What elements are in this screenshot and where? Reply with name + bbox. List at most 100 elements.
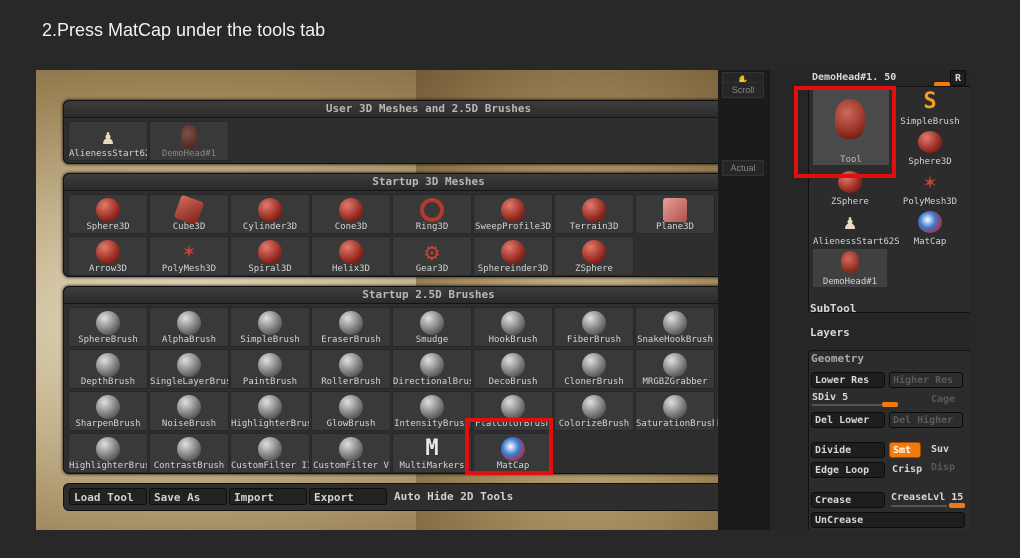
tool-item[interactable]: SnakeHookBrush [635, 307, 715, 347]
tool-item[interactable]: Helix3D [311, 236, 391, 276]
tool-item-polymesh3d[interactable]: ✶ PolyMesh3D [893, 169, 967, 208]
tool-item-label: HookBrush [488, 335, 538, 345]
tool-item[interactable]: SaturationBrush [635, 391, 715, 431]
tool-item[interactable]: AlphaBrush [149, 307, 229, 347]
tool-item[interactable]: Cone3D [311, 194, 391, 234]
tool-item-label: Cylinder3D [242, 222, 298, 232]
tool-item[interactable]: SweepProfile3D [473, 194, 553, 234]
startup-brushes-grid: SphereBrush AlphaBrush SimpleBrush EraserBr… [64, 304, 796, 478]
tool-item[interactable]: HighlighterBrush [230, 391, 310, 431]
tool-item[interactable]: Arrow3D [68, 236, 148, 276]
tool-item[interactable]: FiberBrush [554, 307, 634, 347]
tool-item[interactable]: HookBrush [473, 307, 553, 347]
brush-icon [420, 395, 444, 419]
sphere-icon [96, 198, 120, 222]
tool-item[interactable]: DirectionalBrush [392, 349, 472, 389]
auto-hide-2d-tools-toggle[interactable]: Auto Hide 2D Tools [394, 488, 513, 505]
smt-toggle[interactable]: Smt [889, 442, 921, 458]
tool-item[interactable]: DecoBrush [473, 349, 553, 389]
subtool-section[interactable]: SubTool [810, 302, 856, 315]
divide-button[interactable]: Divide [811, 442, 885, 458]
tool-item[interactable]: MRGBZGrabber [635, 349, 715, 389]
tool-item[interactable]: GlowBrush [311, 391, 391, 431]
del-higher-button[interactable]: Del Higher [889, 412, 963, 428]
tool-item[interactable]: PaintBrush [230, 349, 310, 389]
tool-item[interactable]: DepthBrush [68, 349, 148, 389]
startup-brushes-title: Startup 2.5D Brushes [64, 287, 793, 304]
tool-item[interactable]: ColorizeBrush [554, 391, 634, 431]
tool-item[interactable]: NoiseBrush [149, 391, 229, 431]
startup-brushes-panel: Startup 2.5D Brushes SphereBrush AlphaBru… [63, 286, 796, 474]
del-lower-button[interactable]: Del Lower [811, 412, 885, 428]
tool-item[interactable]: HighlighterBrushII [68, 433, 148, 473]
lower-res-button[interactable]: Lower Res [811, 372, 885, 388]
r-button[interactable]: R [950, 70, 966, 86]
tool-item[interactable]: ✶ PolyMesh3D [149, 236, 229, 276]
tool-item[interactable]: Sphere3D [68, 194, 148, 234]
tool-item[interactable]: Sphereinder3D [473, 236, 553, 276]
actual-button[interactable]: Actual [722, 160, 764, 176]
tool-item[interactable]: SphereBrush [68, 307, 148, 347]
uncrease-button[interactable]: UnCrease [811, 512, 965, 528]
tool-item[interactable]: IntensityBrush [392, 391, 472, 431]
tool-item[interactable]: ClonerBrush [554, 349, 634, 389]
crease-level-slider-handle[interactable] [949, 503, 965, 508]
disp-toggle[interactable]: Disp [931, 460, 955, 476]
load-tool-button[interactable]: Load Tool [69, 488, 147, 505]
layers-section[interactable]: Layers [810, 326, 850, 339]
tool-item-label: Arrow3D [89, 264, 127, 274]
crease-level-slider[interactable] [891, 505, 947, 507]
tool-item-simplebrush[interactable]: S SimpleBrush [893, 89, 967, 128]
tool-item-label: SimpleBrush [900, 117, 960, 127]
import-button[interactable]: Import [229, 488, 307, 505]
tool-item[interactable]: Smudge [392, 307, 472, 347]
cage-button[interactable]: Cage [931, 392, 955, 408]
tool-item-demohead[interactable]: DemoHead#1 [813, 249, 887, 287]
tool-item[interactable]: SingleLayerBrush [149, 349, 229, 389]
tool-item[interactable]: Terrain3D [554, 194, 634, 234]
tool-item[interactable]: Cube3D [149, 194, 229, 234]
tool-item[interactable]: CustomFilter V [311, 433, 391, 473]
tool-item[interactable]: SharpenBrush [68, 391, 148, 431]
tool-item[interactable]: RollerBrush [311, 349, 391, 389]
tool-item-sphere3d[interactable]: Sphere3D [893, 129, 967, 167]
save-as-button[interactable]: Save As [149, 488, 227, 505]
tool-item[interactable]: ♟AlienessStart62S [68, 121, 148, 161]
tool-item[interactable]: ⚙ Gear3D [392, 236, 472, 276]
tool-item-label: ZSphere [575, 264, 613, 274]
brush-icon [96, 311, 120, 335]
tool-item[interactable]: Ring3D [392, 194, 472, 234]
geometry-panel: Geometry Lower Res Higher Res SDiv 5 Cag… [808, 350, 970, 530]
tool-item[interactable]: Cylinder3D [230, 194, 310, 234]
tool-item[interactable]: DemoHead#1 [149, 121, 229, 161]
sdiv-slider-handle[interactable] [882, 402, 898, 407]
edge-loop-button[interactable]: Edge Loop [811, 462, 885, 478]
tool-item-label: EraserBrush [321, 335, 381, 345]
tool-item[interactable]: EraserBrush [311, 307, 391, 347]
tool-item[interactable]: M MultiMarkers [392, 433, 472, 473]
suv-toggle[interactable]: Suv [931, 442, 949, 458]
sweep-icon [501, 198, 525, 222]
tool-item[interactable]: ZSphere [554, 236, 634, 276]
tool-item-alienessstart[interactable]: ♟ AlienessStart62S [813, 209, 900, 247]
scroll-button[interactable]: Scroll [722, 82, 764, 98]
tool-item-label: MRGBZGrabber [642, 377, 708, 387]
matcap-highlight-box [465, 418, 553, 475]
tool-item[interactable]: Plane3D [635, 194, 715, 234]
sdiv-slider[interactable] [812, 404, 882, 406]
helix-icon [339, 240, 363, 264]
tool-item[interactable]: Spiral3D [230, 236, 310, 276]
export-button[interactable]: Export [309, 488, 387, 505]
tool-item-label: Sphereinder3D [477, 264, 549, 274]
tool-item-label: PolyMesh3D [161, 264, 217, 274]
crisp-toggle[interactable]: Crisp [892, 462, 922, 478]
geometry-section[interactable]: Geometry [811, 352, 864, 365]
tool-item[interactable]: CustomFilter III [230, 433, 310, 473]
tool-item-label: SweepProfile3D [475, 222, 551, 232]
crease-button[interactable]: Crease [811, 492, 885, 508]
tool-item[interactable]: ContrastBrush [149, 433, 229, 473]
higher-res-button[interactable]: Higher Res [889, 372, 963, 388]
brush-icon [177, 311, 201, 335]
tool-item-matcap[interactable]: MatCap [893, 209, 967, 247]
tool-item[interactable]: SimpleBrush [230, 307, 310, 347]
